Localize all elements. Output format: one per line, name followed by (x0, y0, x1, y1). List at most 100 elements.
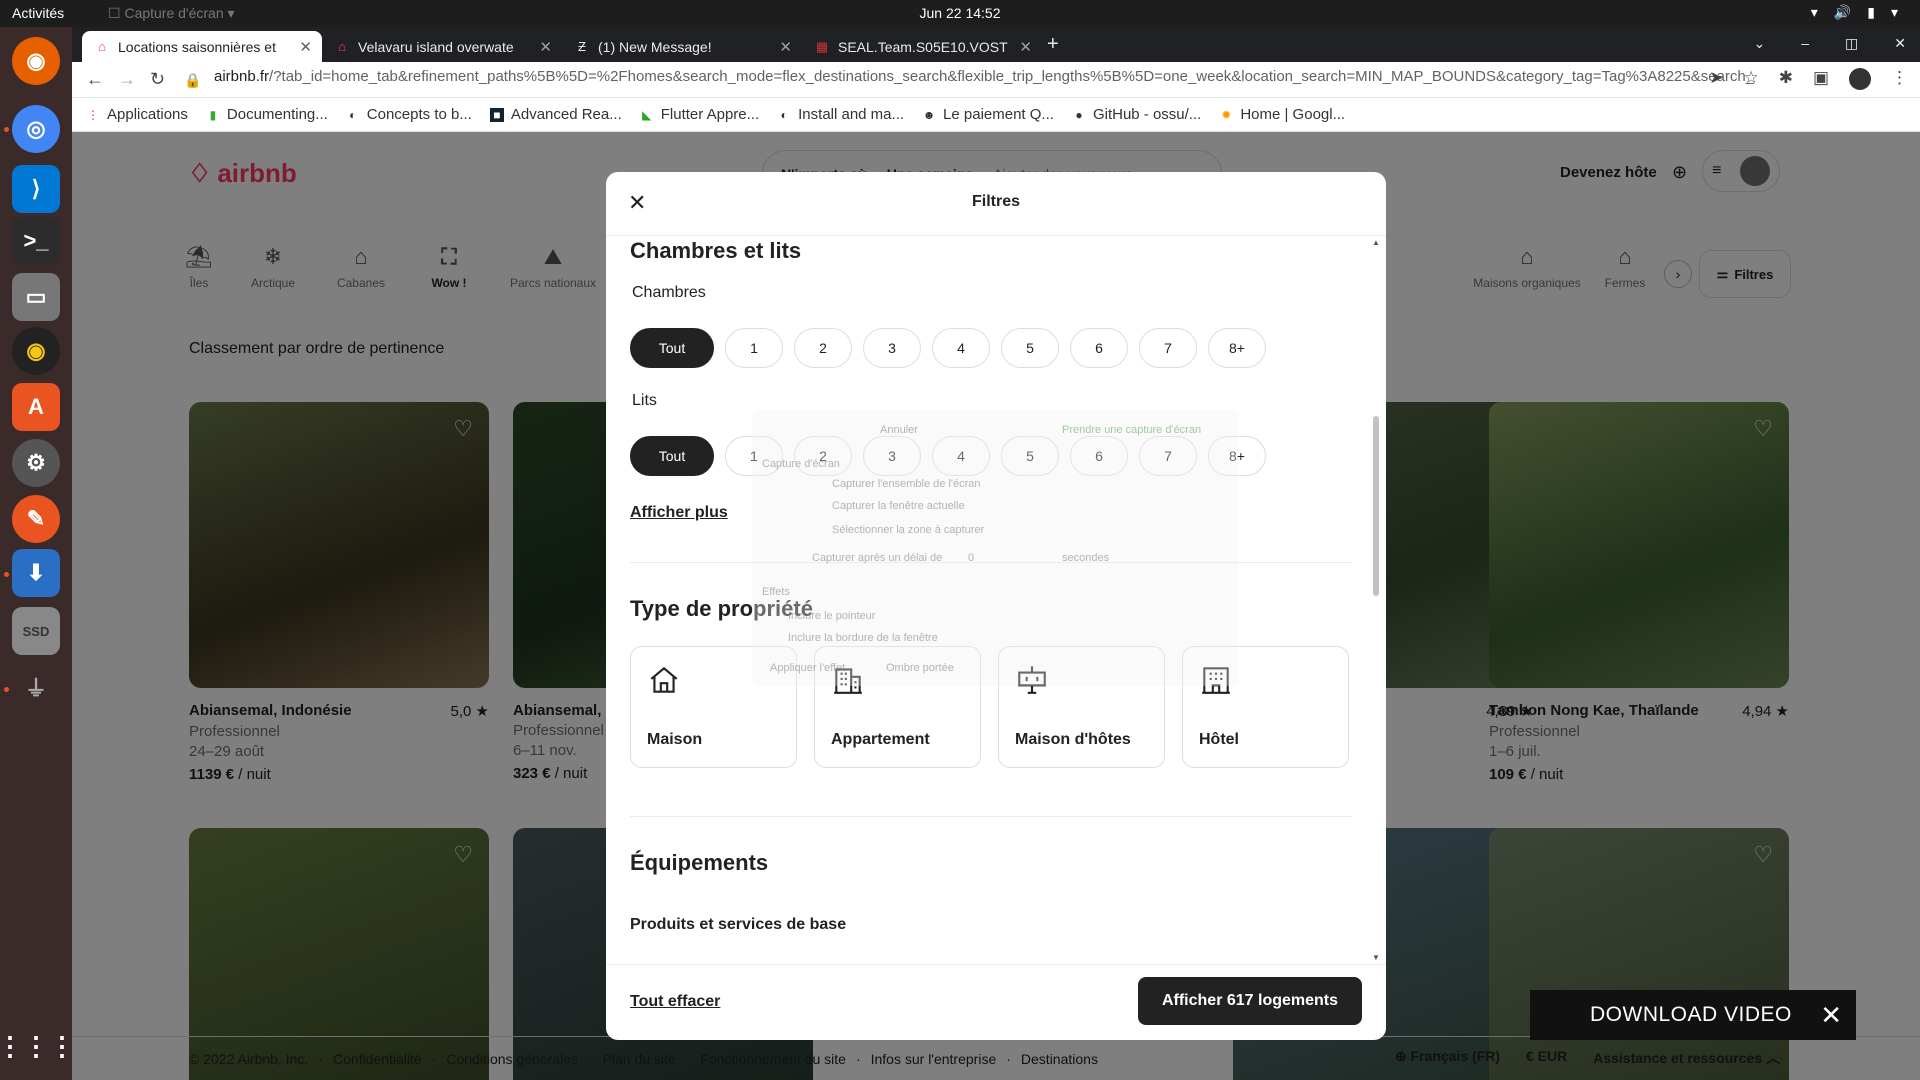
wifi-icon: ▾ (1810, 4, 1818, 20)
new-tab-button[interactable]: + (1047, 33, 1059, 56)
bedrooms-option[interactable]: 4 (932, 328, 990, 368)
dock: ◉ ◎ ⟩ >_ ▭ ◉ A ⚙ ✎ ⬇ SSD ⏚ ⋮⋮⋮ (0, 27, 75, 1080)
site-icon: ☻ (922, 107, 936, 122)
bedrooms-option[interactable]: 1 (725, 328, 783, 368)
usb-icon[interactable]: ⏚ (12, 663, 60, 711)
site-icon: ◣ (642, 107, 652, 122)
ghost-effects: Effets (762, 586, 790, 598)
software-icon[interactable]: A (12, 383, 60, 431)
video-icon: ▦ (815, 38, 829, 54)
bedrooms-option[interactable]: 3 (863, 328, 921, 368)
tab-airbnb[interactable]: ⌂ Locations saisonnières et ✕ (82, 31, 322, 62)
extensions-icon[interactable]: ✱ (1779, 68, 1793, 90)
modal-scrollbar[interactable]: ▲ ▼ (1372, 236, 1380, 964)
bookmark-item[interactable]: ◣ Flutter Appre... (640, 106, 759, 123)
close-icon[interactable]: ✕ (539, 38, 552, 56)
download-video-label[interactable]: DOWNLOAD VIDEO (1590, 1003, 1792, 1027)
show-results-button[interactable]: Afficher 617 logements (1138, 977, 1362, 1025)
bedrooms-option[interactable]: 2 (794, 328, 852, 368)
system-tray[interactable]: ▾ 🔊 ▮ ▾ (1811, 4, 1898, 21)
beds-option-any[interactable]: Tout (630, 436, 714, 476)
minimize-icon[interactable]: – (1801, 35, 1809, 52)
lock-icon[interactable]: 🔒 (184, 72, 201, 89)
bookmark-item[interactable]: ◐ Concepts to b... (346, 106, 472, 123)
back-icon[interactable]: ← (86, 69, 104, 90)
scrollbar-thumb[interactable] (1373, 416, 1379, 596)
settings-icon[interactable]: ⚙ (12, 439, 60, 487)
close-window-icon[interactable]: ✕ (1894, 35, 1906, 52)
site-icon: ■ (489, 107, 504, 122)
rhythmbox-icon[interactable]: ◉ (12, 327, 60, 375)
bookmark-label: Documenting... (226, 106, 328, 123)
profile-avatar[interactable] (1849, 68, 1871, 90)
ghost-border: Inclure la bordure de la fenêtre (788, 632, 938, 644)
ssd-drive-icon[interactable]: SSD (12, 607, 60, 655)
bookmark-item[interactable]: ● GitHub - ossu/... (1072, 106, 1201, 123)
running-indicator (4, 572, 9, 577)
property-type-label: Maison (647, 731, 703, 748)
tab-search-icon[interactable]: ⌄ (1754, 35, 1766, 52)
close-icon[interactable]: ✕ (1019, 38, 1032, 56)
property-type-label: Hôtel (1199, 731, 1239, 748)
bedrooms-option[interactable]: 8+ (1208, 328, 1266, 368)
modal-footer: Tout effacer Afficher 617 logements (606, 964, 1386, 1040)
scroll-down-icon[interactable]: ▼ (1372, 953, 1380, 962)
globe-icon: ◐ (349, 107, 357, 122)
bedrooms-options: Tout 1 2 3 4 5 6 7 8+ (630, 328, 1266, 368)
reload-icon[interactable]: ↻ (150, 69, 165, 90)
bedrooms-option-any[interactable]: Tout (630, 328, 714, 368)
restore-icon[interactable]: ◫ (1845, 35, 1858, 52)
modal-header: ✕ Filtres (606, 172, 1386, 236)
clear-all-link[interactable]: Tout effacer (630, 993, 720, 1011)
firefox-icon[interactable]: ◉ (12, 37, 60, 85)
star-icon[interactable]: ☆ (1743, 68, 1758, 90)
pen-icon[interactable]: ✎ (12, 495, 60, 543)
close-icon[interactable]: ✕ (779, 38, 792, 56)
ghost-seconds: secondes (1062, 552, 1110, 564)
sidepanel-icon[interactable]: ▣ (1813, 68, 1829, 90)
download-video-bar[interactable]: DOWNLOAD VIDEO ✕ (1530, 990, 1856, 1040)
clock[interactable]: Jun 22 14:52 (0, 5, 1920, 21)
bedrooms-option[interactable]: 5 (1001, 328, 1059, 368)
files-icon[interactable]: ▭ (12, 273, 60, 321)
ghost-apply: Appliquer l'effet (770, 662, 846, 674)
bedrooms-option[interactable]: 6 (1070, 328, 1128, 368)
send-icon[interactable]: ➤ (1709, 68, 1723, 90)
vscode-icon[interactable]: ⟩ (12, 165, 60, 213)
bookmark-item[interactable]: ■ Advanced Rea... (489, 106, 622, 123)
bookmark-item[interactable]: ◐ Install and ma... (777, 106, 905, 123)
tab-title: SEAL.Team.S05E10.VOST (838, 38, 1008, 55)
apps-grid-icon[interactable]: ⋮⋮⋮ (0, 1022, 75, 1070)
bedrooms-option[interactable]: 7 (1139, 328, 1197, 368)
bookmark-item[interactable]: ✹ Home | Googl... (1219, 106, 1345, 123)
ghost-delay-value: 0 (968, 552, 975, 564)
modal-title: Filtres (971, 193, 1020, 210)
forward-icon[interactable]: → (118, 69, 136, 90)
terminal-icon[interactable]: >_ (12, 217, 60, 265)
show-more-link[interactable]: Afficher plus (630, 504, 728, 522)
apps-grid-icon: ⋮ (87, 107, 99, 122)
menu-icon[interactable]: ⋮ (1891, 68, 1908, 90)
tab-seal-team[interactable]: ▦ SEAL.Team.S05E10.VOST ✕ (802, 31, 1042, 62)
tab-message[interactable]: Ƶ (1) New Message! ✕ (562, 31, 802, 62)
ghost-shadow: Ombre portée (886, 662, 954, 674)
scroll-up-icon[interactable]: ▲ (1372, 238, 1380, 247)
download-icon[interactable]: ⬇ (12, 549, 60, 597)
ghost-cancel: Annuler (880, 424, 918, 436)
doc-icon: ▮ (209, 107, 217, 122)
property-type-label: Appartement (831, 731, 930, 748)
divider (630, 816, 1352, 817)
tab-title: Locations saisonnières et (118, 38, 276, 55)
address-bar[interactable]: airbnb.fr/?tab_id=home_tab&refinement_pa… (214, 68, 1754, 85)
tab-velavaru[interactable]: ⌂ Velavaru island overwate ✕ (322, 31, 562, 62)
bookmark-label: GitHub - ossu/... (1092, 106, 1202, 123)
running-indicator (4, 127, 9, 132)
tab-title: (1) New Message! (598, 38, 712, 55)
close-icon[interactable]: ✕ (299, 38, 312, 56)
close-icon[interactable]: ✕ (1820, 1000, 1842, 1031)
chrome-icon[interactable]: ◎ (12, 105, 60, 153)
bookmark-label: Advanced Rea... (510, 106, 622, 123)
bookmark-item[interactable]: ☻ Le paiement Q... (922, 106, 1054, 123)
bookmark-applications[interactable]: ⋮ Applications (86, 106, 188, 123)
bookmark-item[interactable]: ▮ Documenting... (206, 106, 328, 123)
